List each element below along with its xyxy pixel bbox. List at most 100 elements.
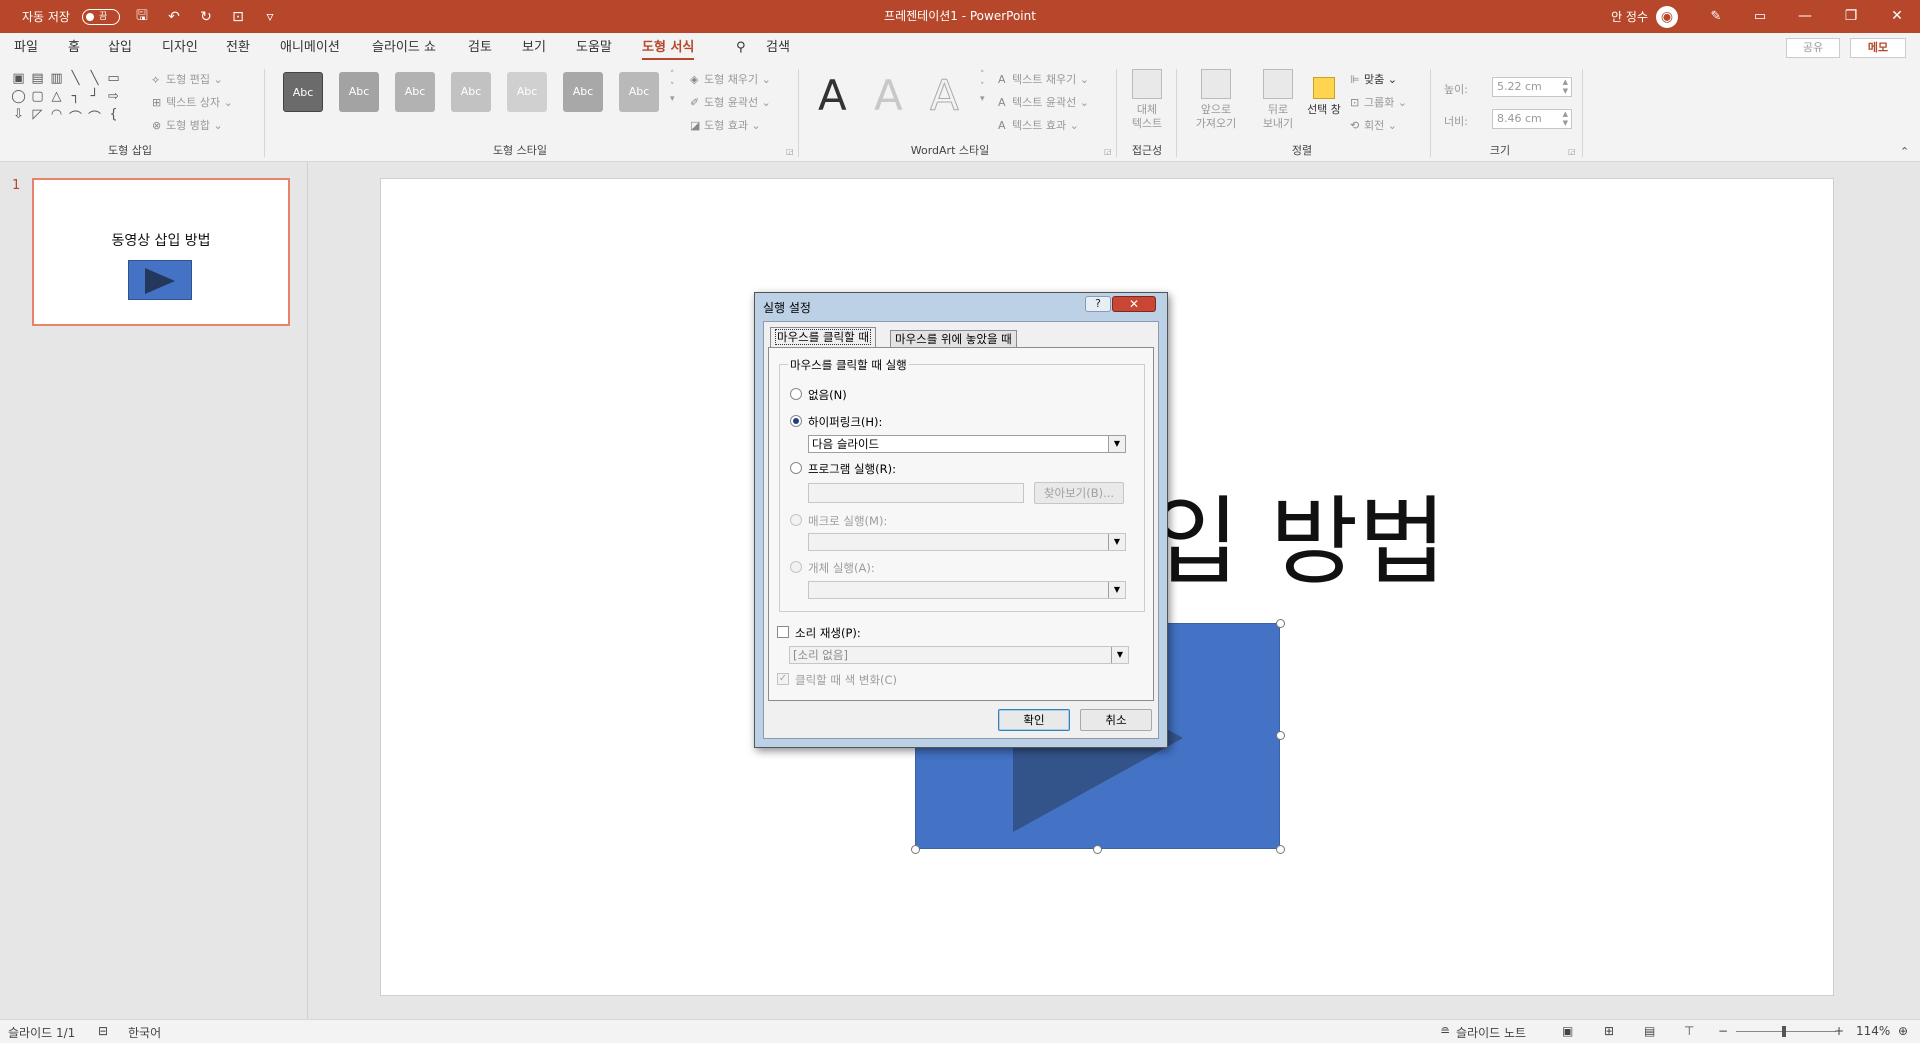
user-avatar-icon[interactable]: ◉: [1656, 5, 1678, 28]
memo-button[interactable]: 메모: [1850, 38, 1906, 58]
width-field[interactable]: 8.46 cm ▲ ▼: [1492, 109, 1572, 129]
tab-transitions[interactable]: 전환: [226, 33, 250, 63]
wordart-preset-2[interactable]: A: [874, 73, 903, 119]
share-button[interactable]: 공유: [1786, 38, 1840, 58]
zoom-in-icon[interactable]: +: [1834, 1024, 1844, 1038]
user-name[interactable]: 안 정수: [1611, 8, 1648, 25]
style-preset-4[interactable]: Abc: [451, 72, 491, 112]
save-icon[interactable]: 🖫: [132, 5, 152, 29]
text-shape-icon[interactable]: ▥: [48, 71, 65, 86]
text-box-button[interactable]: ⊞ 텍스트 상자 ⌄: [152, 94, 233, 110]
browse-button[interactable]: 찾아보기(B)...: [1034, 482, 1124, 504]
resize-handle[interactable]: [911, 845, 920, 854]
tab-file[interactable]: 파일: [14, 33, 38, 63]
dialog-launcher-icon[interactable]: ◲: [786, 147, 794, 156]
tab-view[interactable]: 보기: [522, 33, 546, 63]
rounded-rect-shape-icon[interactable]: ▢: [29, 89, 46, 104]
style-preset-7[interactable]: Abc: [619, 72, 659, 112]
object-action-select[interactable]: ▼: [808, 581, 1126, 599]
fit-slide-icon[interactable]: ⊕: [1898, 1024, 1908, 1038]
slide-sorter-icon[interactable]: ⊞: [1604, 1024, 1614, 1038]
tab-search[interactable]: 검색: [766, 33, 790, 63]
text-outline-button[interactable]: A 텍스트 윤곽선 ⌄: [998, 94, 1089, 110]
tab-home[interactable]: 홈: [68, 33, 80, 63]
undo-icon[interactable]: ↶: [164, 9, 184, 25]
slide-thumbnail[interactable]: 동영상 삽입 방법: [32, 178, 290, 326]
radio-hyperlink[interactable]: [790, 415, 802, 427]
normal-view-icon[interactable]: ▣: [1562, 1024, 1573, 1038]
close-window-icon[interactable]: ✕: [1874, 0, 1920, 33]
height-field[interactable]: 5.22 cm ▲ ▼: [1492, 77, 1572, 97]
brace-shape-icon[interactable]: ⌒: [86, 107, 103, 126]
search-icon[interactable]: ⚲: [736, 33, 746, 63]
vertical-textbox-shape-icon[interactable]: ▤: [29, 71, 46, 86]
connector-shape-icon[interactable]: ┐: [67, 89, 84, 104]
ribbon-display-icon[interactable]: ▭: [1738, 9, 1782, 24]
shape-gallery[interactable]: ▣ ▤ ▥ ╲ ╲ ▭ ◯ ▢ △ ┐ ┘ ⇨ ⇩ ◸ ◠ ⌒ ⌒ {: [10, 71, 122, 126]
cancel-button[interactable]: 취소: [1080, 709, 1152, 731]
notes-button[interactable]: 슬라이드 노트: [1456, 1024, 1526, 1041]
tab-mouse-over[interactable]: 마우스를 위에 놓았을 때: [890, 330, 1017, 347]
merge-shapes-button[interactable]: ⊗ 도형 병합 ⌄: [152, 117, 223, 133]
shape-effects-button[interactable]: ◪ 도형 효과 ⌄: [690, 117, 761, 133]
shape-fill-button[interactable]: ◈ 도형 채우기 ⌄: [690, 71, 771, 87]
wordart-preset-3[interactable]: A: [930, 72, 960, 119]
height-spin-icon[interactable]: ▲ ▼: [1563, 78, 1568, 96]
autosave-toggle[interactable]: 끔: [81, 8, 120, 25]
pen-icon[interactable]: ✎: [1694, 9, 1738, 24]
radio-run-program[interactable]: [790, 462, 802, 474]
restore-icon[interactable]: ❐: [1828, 0, 1874, 33]
style-preset-6[interactable]: Abc: [563, 72, 603, 112]
spelling-icon[interactable]: ⊟: [98, 1024, 108, 1038]
align-button[interactable]: ⊫ 맞춤 ⌄: [1350, 71, 1397, 87]
style-preset-5[interactable]: Abc: [507, 72, 547, 112]
textbox-shape-icon[interactable]: ▣: [10, 71, 27, 86]
triangle-shape-icon[interactable]: △: [48, 89, 65, 104]
down-arrow-shape-icon[interactable]: ⇩: [10, 107, 27, 126]
dropdown-arrow-icon[interactable]: ▼: [1108, 436, 1125, 452]
macro-select[interactable]: ▼: [808, 533, 1126, 551]
language[interactable]: 한국어: [128, 1024, 161, 1041]
collapse-ribbon-icon[interactable]: ⌃: [1900, 145, 1909, 158]
style-preset-3[interactable]: Abc: [395, 72, 435, 112]
tab-animations[interactable]: 애니메이션: [280, 33, 340, 63]
tab-insert[interactable]: 삽입: [108, 33, 132, 63]
text-fill-button[interactable]: A 텍스트 채우기 ⌄: [998, 71, 1089, 87]
ok-button[interactable]: 확인: [998, 709, 1070, 731]
selection-pane-button[interactable]: 선택 창: [1302, 69, 1346, 117]
oval-shape-icon[interactable]: ◯: [10, 89, 27, 104]
zoom-slider-thumb[interactable]: [1782, 1026, 1786, 1037]
redo-icon[interactable]: ↻: [196, 9, 216, 25]
zoom-slider[interactable]: [1736, 1031, 1836, 1032]
dialog-launcher-icon[interactable]: ◲: [1104, 147, 1112, 156]
group-button[interactable]: ⊡ 그룹화 ⌄: [1350, 94, 1407, 110]
edit-shape-button[interactable]: ⟡ 도형 편집 ⌄: [152, 71, 223, 87]
bracket-shape-icon[interactable]: {: [105, 107, 122, 126]
bring-forward-button[interactable]: 앞으로 가져오기: [1180, 69, 1252, 131]
dropdown-arrow-icon[interactable]: ▼: [1108, 582, 1125, 598]
tab-slideshow[interactable]: 슬라이드 쇼: [372, 33, 436, 63]
resize-handle[interactable]: [1093, 845, 1102, 854]
line-shape-icon[interactable]: ╲: [67, 71, 84, 86]
radio-none[interactable]: [790, 388, 802, 400]
send-backward-button[interactable]: 뒤로 보내기: [1250, 69, 1306, 131]
customize-qat-icon[interactable]: ▿: [260, 9, 280, 25]
highlight-click-checkbox[interactable]: ✓: [777, 673, 789, 685]
alt-text-button[interactable]: 대체 텍스트: [1124, 69, 1170, 131]
style-preset-2[interactable]: Abc: [339, 72, 379, 112]
wordart-preset-1[interactable]: A: [818, 73, 847, 119]
hyperlink-select[interactable]: 다음 슬라이드 ▼: [808, 435, 1126, 453]
text-effects-button[interactable]: A 텍스트 효과 ⌄: [998, 117, 1079, 133]
curve-shape-icon[interactable]: ◠: [48, 107, 65, 126]
wordart-gallery-scroll[interactable]: ˄ ˅ ▾: [980, 69, 985, 105]
zoom-level[interactable]: 114%: [1856, 1024, 1890, 1038]
resize-handle[interactable]: [1276, 619, 1285, 628]
style-gallery-scroll[interactable]: ˄ ˅ ▾: [670, 69, 675, 105]
minimize-icon[interactable]: —: [1782, 0, 1828, 33]
shape-outline-button[interactable]: ✐ 도형 윤곽선 ⌄: [690, 94, 771, 110]
rect-shape-icon[interactable]: ▭: [105, 71, 122, 86]
width-spin-icon[interactable]: ▲ ▼: [1563, 110, 1568, 128]
tab-mouse-click[interactable]: 마우스를 클릭할 때: [770, 327, 876, 347]
sound-select[interactable]: [소리 없음] ▼: [789, 646, 1129, 664]
radio-object-action[interactable]: [790, 561, 802, 573]
